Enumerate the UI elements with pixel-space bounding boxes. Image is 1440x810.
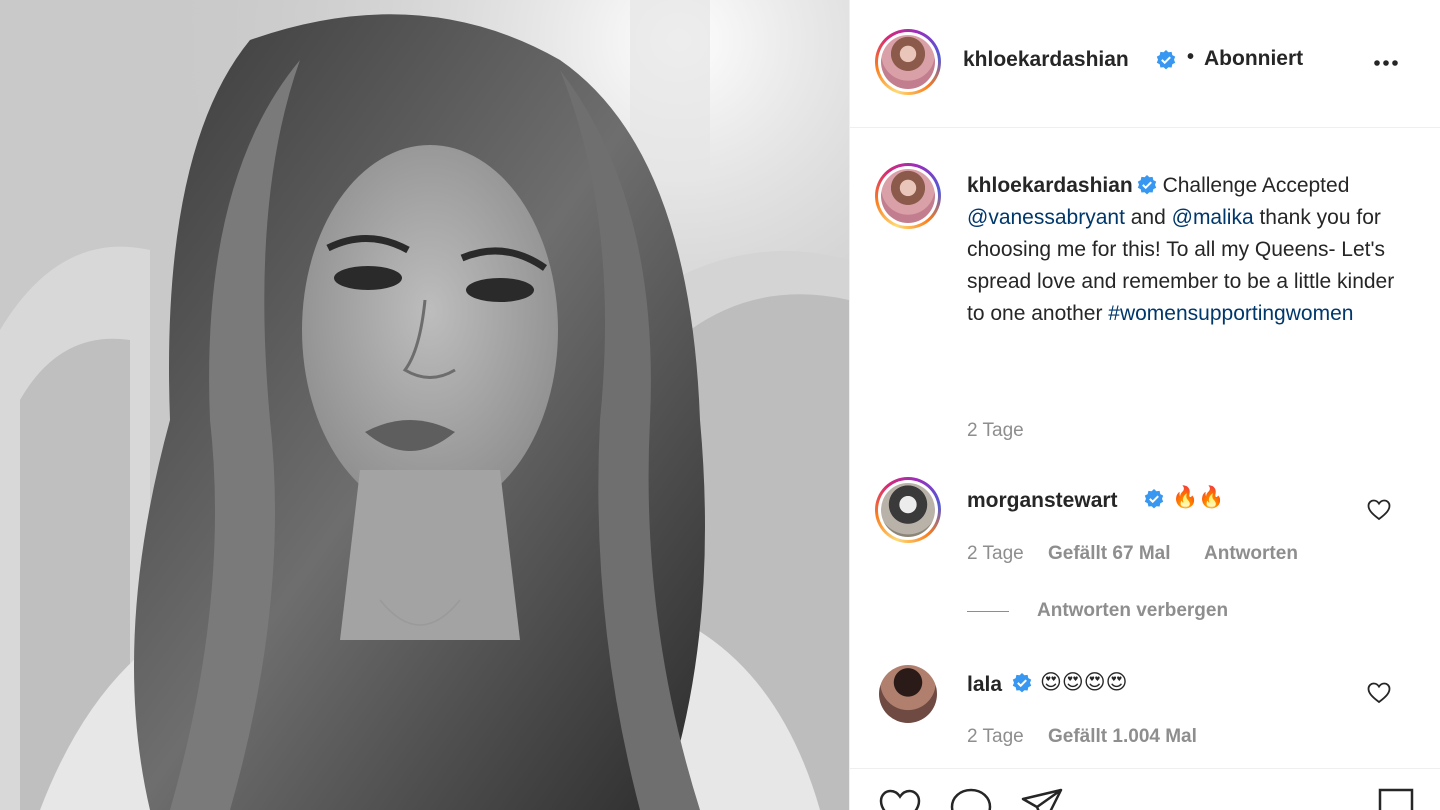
comment-text: 😍😍😍😍 [1040,671,1128,694]
caption-author-avatar[interactable] [875,163,941,229]
hide-replies-button[interactable]: Antworten verbergen [1037,600,1228,622]
commenter-avatar[interactable] [879,665,937,723]
author-username[interactable]: khloekardashian [963,48,1129,72]
hashtag-link[interactable]: #womensupportingwomen [1108,302,1353,325]
comment-likes-count[interactable]: Gefällt 67 Mal [1048,543,1171,565]
commenter-avatar[interactable] [875,477,941,543]
share-icon[interactable] [1020,787,1064,810]
post-caption: khloekardashian Challenge Accepted @vane… [967,170,1397,330]
verified-badge-icon [1137,175,1156,195]
comment-text: 🔥🔥 [1172,486,1225,509]
post-side-panel: khloekardashian • Abonniert khloekardash… [849,0,1440,810]
comment-likes-count[interactable]: Gefällt 1.004 Mal [1048,726,1197,748]
more-options-icon[interactable] [1372,53,1402,73]
mention-link[interactable]: @malika [1172,206,1254,229]
post-action-bar [850,768,1440,810]
like-heart-icon[interactable] [878,787,922,810]
caption-author-avatar-image [881,169,935,223]
post-header: khloekardashian • Abonniert [850,0,1440,128]
comment-like-heart-icon[interactable] [1367,682,1391,704]
verified-badge-icon [1144,489,1164,509]
comment-username[interactable]: morganstewart [967,489,1118,513]
author-avatar-image [881,35,935,89]
comment-reply-button[interactable]: Antworten [1204,543,1298,565]
mention-link[interactable]: @vanessabryant [967,206,1125,229]
comment-like-heart-icon[interactable] [1367,499,1391,521]
verified-badge-icon [1156,50,1176,70]
commenter-avatar-image [881,483,935,537]
comment-timestamp[interactable]: 2 Tage [967,726,1024,748]
follow-status-button[interactable]: Abonniert [1204,47,1303,71]
replies-divider [967,611,1009,612]
author-avatar[interactable] [875,29,941,95]
caption-timestamp[interactable]: 2 Tage [967,420,1024,442]
verified-badge-icon [1012,673,1032,693]
caption-author-username[interactable]: khloekardashian [967,174,1133,197]
bookmark-icon[interactable] [1374,787,1418,810]
post-photo-illustration [0,0,849,810]
header-separator: • [1187,46,1195,68]
comment-username[interactable]: lala [967,673,1002,697]
caption-text-mid: and [1124,206,1172,229]
caption-text: Challenge Accepted [1156,174,1350,197]
comment-icon[interactable] [949,787,993,810]
post-photo[interactable] [0,0,849,810]
comment-timestamp[interactable]: 2 Tage [967,543,1024,565]
